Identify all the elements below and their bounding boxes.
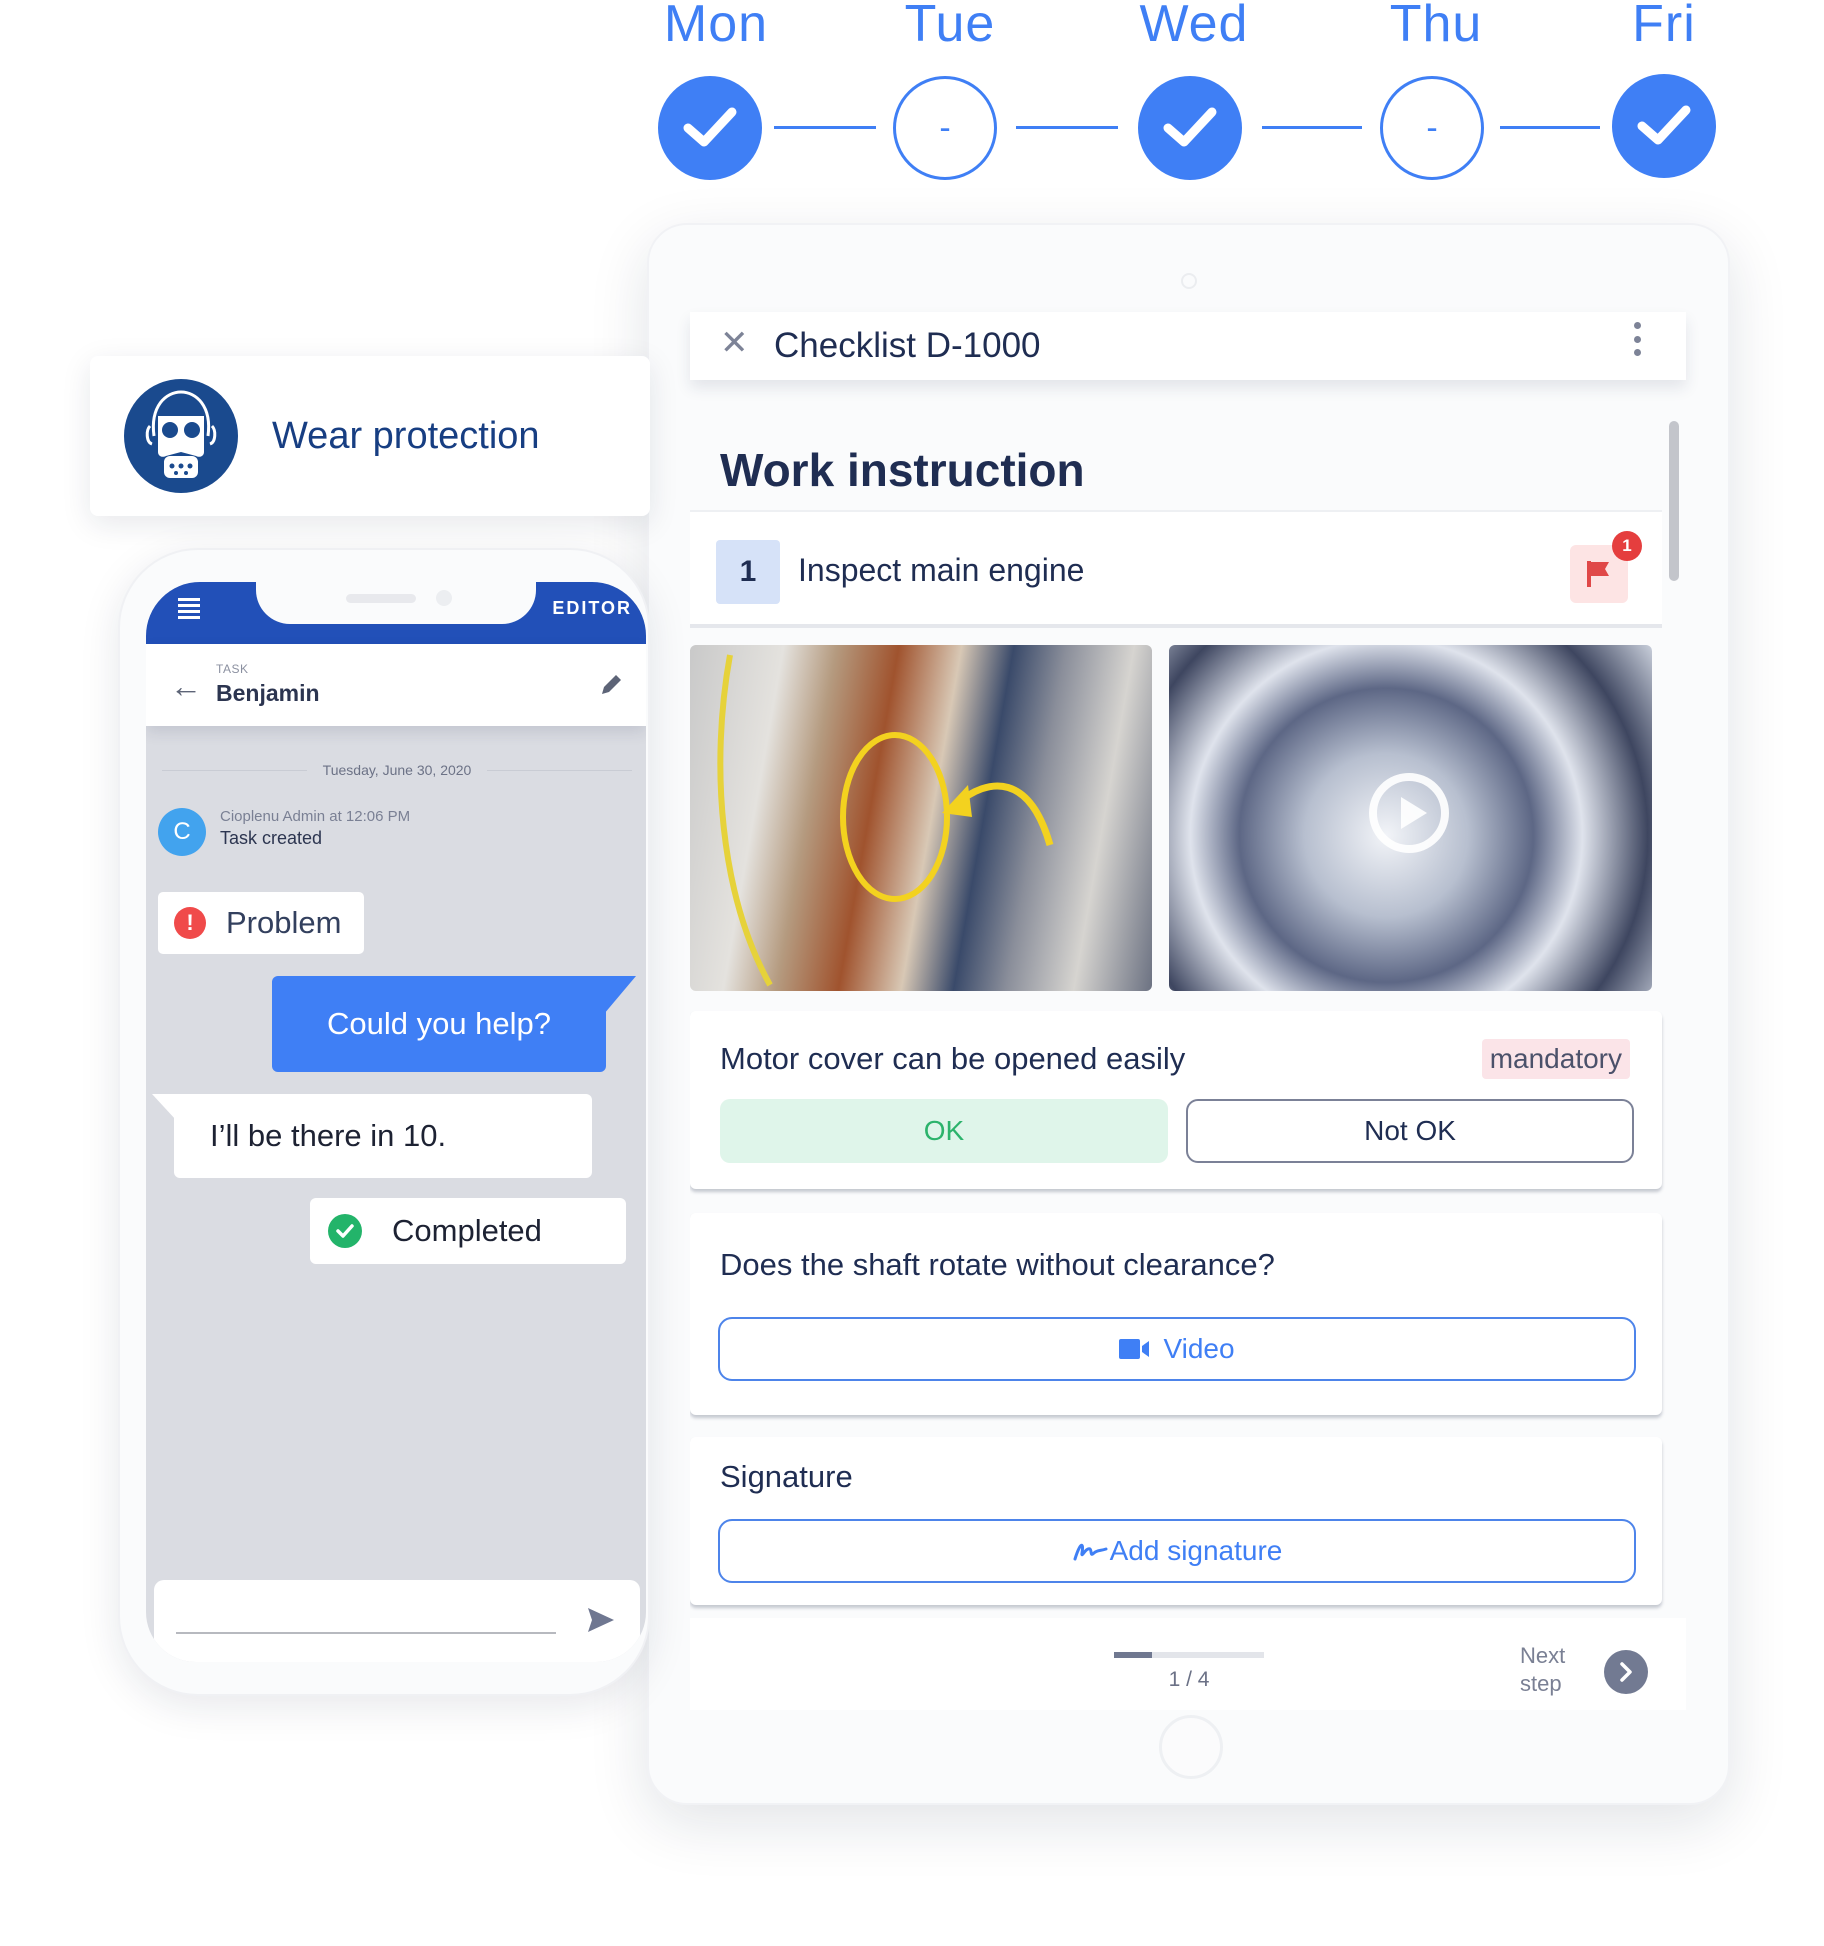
pencil-icon[interactable]: [598, 672, 624, 698]
day-label-thu: Thu: [1389, 0, 1483, 53]
connector-line: [1016, 126, 1118, 129]
next-step-label-line2: step: [1520, 1671, 1562, 1696]
tablet-home-button[interactable]: [1159, 1715, 1223, 1779]
instruction-video[interactable]: [1169, 645, 1652, 991]
outgoing-message[interactable]: Could you help?: [272, 976, 606, 1072]
close-icon[interactable]: ✕: [720, 326, 749, 360]
step-label: Inspect main engine: [798, 552, 1085, 588]
check-card-motor-cover: Motor cover can be opened easily mandato…: [690, 1011, 1662, 1189]
check-card-shaft: Does the shaft rotate without clearance?…: [690, 1213, 1662, 1415]
day-label-fri: Fri: [1632, 0, 1696, 53]
connector-line: [1500, 126, 1600, 129]
tablet-device: ✕ Checklist D-1000 Work instruction 1 In…: [647, 223, 1730, 1805]
dash-icon: -: [1426, 108, 1438, 147]
event-meta: Cioplenu Admin at 12:06 PM: [220, 808, 411, 825]
check-icon: [683, 107, 737, 147]
speaker: [346, 594, 416, 603]
incoming-message[interactable]: I’ll be there in 10.: [174, 1094, 592, 1178]
step-progress-fill: [1114, 1652, 1152, 1658]
day-status-mon[interactable]: [658, 76, 762, 180]
next-step-label-line1: Next: [1520, 1643, 1566, 1668]
next-step-button[interactable]: [1604, 1650, 1648, 1694]
checklist-footer: 1 / 4 Next step: [690, 1618, 1686, 1710]
phone-screen: EDITOR ← TASK Benjamin Tuesday, June 30,…: [146, 582, 646, 1662]
video-button[interactable]: Video: [718, 1317, 1636, 1381]
message-text: Could you help?: [326, 1006, 552, 1041]
checklist-body: Work instruction 1 Inspect main engine 1…: [690, 415, 1686, 1615]
task-header: ← TASK Benjamin: [146, 644, 646, 726]
mandatory-badge: mandatory: [1481, 1039, 1630, 1079]
check-question: Does the shaft rotate without clearance?: [720, 1247, 1275, 1282]
avatar: C: [158, 808, 206, 856]
checklist-header: ✕ Checklist D-1000: [690, 312, 1686, 380]
task-overline: TASK: [216, 662, 249, 676]
editor-mode-button[interactable]: EDITOR: [552, 598, 632, 619]
status-message-problem[interactable]: ! Problem: [158, 892, 364, 954]
step-progress-bar: [1114, 1652, 1264, 1658]
flag-count-badge: 1: [1612, 531, 1642, 561]
checklist-title: Checklist D-1000: [774, 326, 1041, 365]
tablet-camera: [1181, 273, 1197, 289]
dash-icon: -: [939, 108, 951, 147]
day-label-wed: Wed: [1139, 0, 1249, 53]
step-number: 1: [716, 540, 780, 604]
hamburger-menu-icon[interactable]: [178, 598, 200, 620]
week-tracker: Mon Tue Wed Thu Fri - -: [0, 0, 1824, 200]
check-icon: [1637, 105, 1691, 145]
task-name: Benjamin: [216, 680, 320, 706]
signature-icon: [1073, 1543, 1108, 1561]
check-question: Signature: [720, 1459, 853, 1494]
highlight-annotation: [717, 654, 1054, 987]
not-ok-button[interactable]: Not OK: [1186, 1099, 1634, 1163]
status-message-completed[interactable]: Completed: [310, 1198, 626, 1264]
video-camera-icon: [1119, 1339, 1150, 1359]
chat-date-divider: Tuesday, June 30, 2020: [162, 762, 633, 778]
event-text: Task created: [220, 828, 323, 848]
front-camera: [436, 590, 452, 606]
message-composer: [154, 1580, 640, 1662]
message-text: Problem: [226, 905, 342, 940]
chat-date: Tuesday, June 30, 2020: [322, 762, 472, 778]
bubble-tail: [152, 1094, 176, 1120]
add-signature-label: Add signature: [1109, 1535, 1283, 1566]
check-question: Motor cover can be opened easily: [720, 1041, 1186, 1076]
day-status-tue[interactable]: -: [893, 76, 997, 180]
day-label-mon: Mon: [663, 0, 769, 53]
add-signature-button[interactable]: Add signature: [718, 1519, 1636, 1583]
instruction-image[interactable]: [690, 645, 1152, 991]
more-vertical-icon[interactable]: [1634, 322, 1642, 356]
video-button-label: Video: [1163, 1333, 1235, 1364]
chevron-right-icon: [1620, 1662, 1632, 1682]
arrow-left-icon[interactable]: ←: [170, 670, 202, 702]
exclamation-icon: !: [174, 907, 206, 939]
day-status-fri[interactable]: [1612, 74, 1716, 178]
day-status-wed[interactable]: [1138, 76, 1242, 180]
bubble-tail: [604, 976, 636, 1014]
message-text: Completed: [392, 1213, 542, 1248]
step-row[interactable]: 1 Inspect main engine 1: [690, 510, 1662, 628]
flag-icon: [1587, 561, 1609, 587]
check-circle-icon: [328, 1214, 362, 1248]
safety-instruction-label: Wear protection: [272, 414, 540, 457]
play-icon[interactable]: [1369, 773, 1449, 853]
respirator-mask-icon: [124, 379, 238, 493]
message-input[interactable]: [176, 1632, 556, 1634]
phone-notch: [256, 582, 536, 624]
day-status-thu[interactable]: -: [1380, 76, 1484, 180]
safety-instruction-card: Wear protection: [90, 356, 650, 516]
day-label-tue: Tue: [904, 0, 996, 53]
check-icon: [1163, 107, 1217, 147]
step-progress-text: 1 / 4: [1168, 1668, 1210, 1691]
connector-line: [1262, 126, 1362, 129]
section-title: Work instruction: [720, 444, 1085, 496]
send-icon[interactable]: [586, 1606, 616, 1634]
ok-button[interactable]: OK: [720, 1099, 1168, 1163]
phone-device: EDITOR ← TASK Benjamin Tuesday, June 30,…: [118, 548, 650, 1696]
message-text: I’ll be there in 10.: [210, 1118, 447, 1153]
connector-line: [774, 126, 876, 129]
check-card-signature: Signature Add signature: [690, 1437, 1662, 1605]
next-step-label[interactable]: Next step: [1520, 1642, 1580, 1698]
